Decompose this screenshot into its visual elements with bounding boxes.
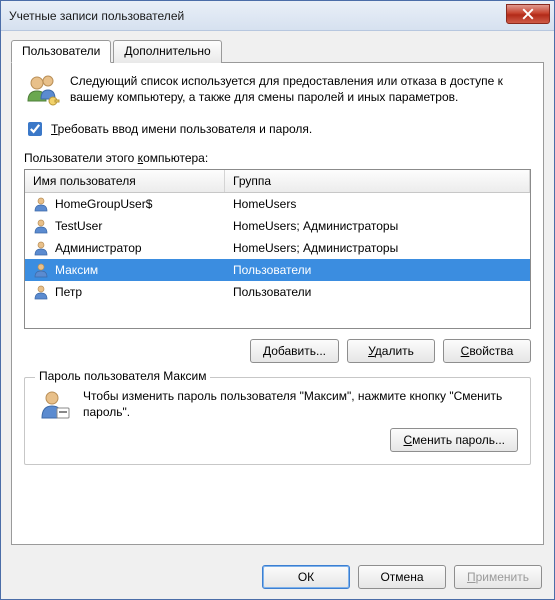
client-area: Пользователи Дополнительно Следующий спи… [1,31,554,555]
cell-username: Максим [25,262,225,278]
window-title: Учетные записи пользователей [9,9,506,23]
add-button[interactable]: Добавить... [250,339,339,363]
intro-text: Следующий список используется для предос… [70,73,531,109]
column-header-group[interactable]: Группа [225,170,530,192]
user-list-header: Имя пользователя Группа [25,170,530,193]
user-accounts-dialog: Учетные записи пользователей Пользовател… [0,0,555,600]
cancel-button[interactable]: Отмена [358,565,446,589]
user-icon [33,196,49,212]
tab-users[interactable]: Пользователи [11,40,111,63]
tab-strip: Пользователи Дополнительно [11,39,544,62]
ok-button[interactable]: ОК [262,565,350,589]
cell-group: HomeUsers [225,197,530,211]
require-credentials-row: Требовать ввод имени пользователя и паро… [24,119,531,139]
require-credentials-mnemonic: Т [51,122,58,136]
titlebar: Учетные записи пользователей [1,1,554,31]
require-credentials-label-rest: ребовать ввод имени пользователя и парол… [58,122,313,136]
require-credentials-label[interactable]: Требовать ввод имени пользователя и паро… [51,122,312,136]
user-list-body: HomeGroupUser$HomeUsersTestUserHomeUsers… [25,193,530,328]
cell-group: Пользователи [225,263,530,277]
table-row[interactable]: МаксимПользователи [25,259,530,281]
dialog-button-row: ОК Отмена Применить [1,555,554,599]
password-groupbox-legend: Пароль пользователя Максим [35,369,210,383]
table-row[interactable]: ПетрПользователи [25,281,530,303]
remove-button[interactable]: Удалить [347,339,435,363]
intro-block: Следующий список используется для предос… [24,73,531,109]
cell-group: HomeUsers; Администраторы [225,241,530,255]
password-hint-text: Чтобы изменить пароль пользователя "Макс… [83,388,518,420]
table-row[interactable]: TestUserHomeUsers; Администраторы [25,215,530,237]
user-icon [33,240,49,256]
password-groupbox: Пароль пользователя Максим Чтобы изменит… [24,377,531,465]
cell-group: HomeUsers; Администраторы [225,219,530,233]
user-password-icon [37,388,73,424]
properties-button[interactable]: Свойства [443,339,531,363]
require-credentials-checkbox[interactable] [28,122,42,136]
table-row[interactable]: АдминистраторHomeUsers; Администраторы [25,237,530,259]
user-icon [33,218,49,234]
tab-advanced[interactable]: Дополнительно [113,40,221,63]
column-header-name[interactable]: Имя пользователя [25,170,225,192]
cell-group: Пользователи [225,285,530,299]
table-row[interactable]: HomeGroupUser$HomeUsers [25,193,530,215]
cell-username: Петр [25,284,225,300]
cell-username: HomeGroupUser$ [25,196,225,212]
close-icon [522,8,534,20]
change-password-button[interactable]: Сменить пароль... [390,428,518,452]
apply-button[interactable]: Применить [454,565,542,589]
users-keys-icon [24,73,60,109]
user-list-label: Пользователи этого компьютера: [24,151,531,165]
list-button-row: Добавить... Удалить Свойства [24,339,531,363]
user-icon [33,284,49,300]
close-button[interactable] [506,4,550,24]
cell-username: Администратор [25,240,225,256]
cell-username: TestUser [25,218,225,234]
user-list[interactable]: Имя пользователя Группа HomeGroupUser$Ho… [24,169,531,329]
tab-panel-users: Следующий список используется для предос… [11,62,544,545]
user-icon [33,262,49,278]
